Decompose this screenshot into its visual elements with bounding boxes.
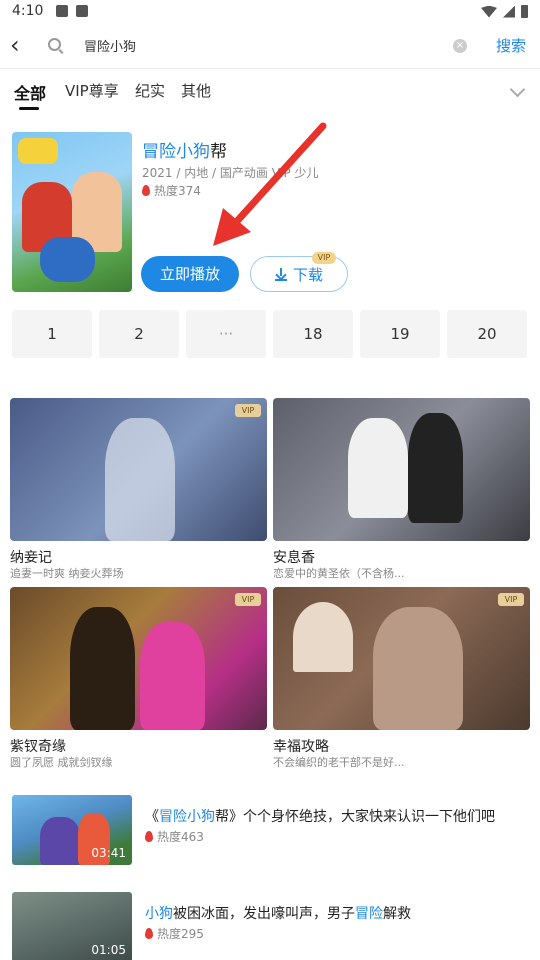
thumbnail-figure <box>408 413 463 523</box>
episode-button[interactable]: 2 <box>99 310 179 358</box>
tab-documentary[interactable]: 纪实 <box>135 80 165 101</box>
show-poster[interactable] <box>12 132 132 292</box>
tab-other[interactable]: 其他 <box>181 80 211 101</box>
text-notification-icon <box>76 5 88 17</box>
vip-badge: VIP <box>235 404 261 417</box>
video-heat: 热度295 <box>145 925 204 942</box>
video-title-highlight: 冒险 <box>355 906 383 922</box>
recommendation-subtitle: 恋爱中的黄圣依（不含杨... <box>273 567 405 580</box>
video-thumbnail[interactable]: 03:41 <box>12 795 132 865</box>
video-duration: 01:05 <box>91 943 126 957</box>
tab-all[interactable]: 全部 <box>14 80 46 104</box>
vip-badge: VIP <box>498 593 524 606</box>
search-bar: ‹ 冒险小狗 × 搜索 <box>0 24 540 68</box>
recommendation-thumbnail[interactable] <box>273 398 530 541</box>
video-title-rest: 解救 <box>383 906 411 922</box>
active-tab-indicator <box>19 107 39 110</box>
status-bar: 4:10 <box>0 0 540 24</box>
video-title-rest: 被困冰面，发出嚎叫声，男子 <box>173 906 355 922</box>
recommendation-thumbnail[interactable]: VIP <box>10 587 267 730</box>
flame-icon <box>145 831 153 842</box>
episode-button[interactable]: 20 <box>447 310 527 358</box>
recommendation-title[interactable]: 幸福攻略 <box>273 736 329 756</box>
recommendation-title[interactable]: 安息香 <box>273 547 315 567</box>
video-heat-label: 热度295 <box>157 927 204 941</box>
video-duration: 03:41 <box>91 846 126 860</box>
recommendation-title[interactable]: 纳妾记 <box>10 547 52 567</box>
recommendation-thumbnail[interactable]: VIP <box>273 587 530 730</box>
download-icon <box>274 267 287 281</box>
download-label: 下载 <box>292 265 323 284</box>
vip-badge: VIP <box>312 252 336 264</box>
status-time: 4:10 <box>12 3 44 19</box>
show-heat: 热度374 <box>142 182 201 199</box>
thumbnail-figure <box>373 607 463 730</box>
clear-icon[interactable]: × <box>453 39 467 53</box>
video-title-rest: 帮》个个身怀绝技，大家快来认识一下他们吧 <box>215 809 495 825</box>
thumbnail-figure <box>140 622 205 730</box>
thumbnail-figure <box>105 418 175 541</box>
signal-icon <box>503 5 515 18</box>
thumbnail-lamp <box>293 602 353 672</box>
episode-button[interactable]: 1 <box>12 310 92 358</box>
image-notification-icon <box>56 5 68 17</box>
episode-more-button[interactable]: ··· <box>186 310 266 358</box>
recommendation-title[interactable]: 紫钗奇缘 <box>10 736 66 756</box>
episode-button[interactable]: 19 <box>360 310 440 358</box>
chevron-down-icon[interactable] <box>509 81 526 98</box>
video-title-prefix: 《 <box>145 809 159 825</box>
thumbnail-figure <box>70 607 135 730</box>
poster-logo <box>18 138 58 164</box>
search-icon <box>48 38 61 51</box>
flame-icon <box>145 928 153 939</box>
recommendation-thumbnail[interactable]: VIP <box>10 398 267 541</box>
vip-badge: VIP <box>235 593 261 606</box>
wifi-icon <box>481 5 497 18</box>
poster-character <box>40 237 95 282</box>
video-heat: 热度463 <box>145 828 204 845</box>
thumbnail-figure <box>40 817 80 865</box>
video-title[interactable]: 《冒险小狗帮》个个身怀绝技，大家快来认识一下他们吧 <box>145 806 495 826</box>
annotation-arrow <box>213 122 327 246</box>
video-title[interactable]: 小狗被困冰面，发出嚎叫声，男子冒险解救 <box>145 903 411 923</box>
show-heat-label: 热度374 <box>154 184 201 198</box>
play-now-button[interactable]: 立即播放 <box>141 256 239 292</box>
thumbnail-figure <box>348 418 408 518</box>
tab-vip[interactable]: VIP尊享 <box>65 80 119 101</box>
search-input[interactable]: 冒险小狗 <box>84 36 136 55</box>
episode-button[interactable]: 18 <box>273 310 353 358</box>
video-heat-label: 热度463 <box>157 830 204 844</box>
flame-icon <box>142 185 150 196</box>
search-button[interactable]: 搜索 <box>496 35 526 56</box>
recommendation-subtitle: 追妻一时爽 纳妾火葬场 <box>10 567 124 580</box>
video-title-highlight: 冒险小狗 <box>159 809 215 825</box>
category-tabs: 全部 VIP尊享 纪实 其他 <box>0 70 540 110</box>
back-arrow-icon[interactable]: ‹ <box>10 32 36 60</box>
recommendation-subtitle: 不会编织的老干部不是好... <box>273 756 405 769</box>
header-divider <box>0 68 540 69</box>
video-title-highlight: 小狗 <box>145 906 173 922</box>
recommendation-subtitle: 圆了夙愿 成就剑钗缘 <box>10 756 113 769</box>
battery-icon <box>521 5 528 18</box>
video-thumbnail[interactable]: 01:05 <box>12 892 132 960</box>
show-title-highlight: 冒险小狗 <box>142 142 210 162</box>
